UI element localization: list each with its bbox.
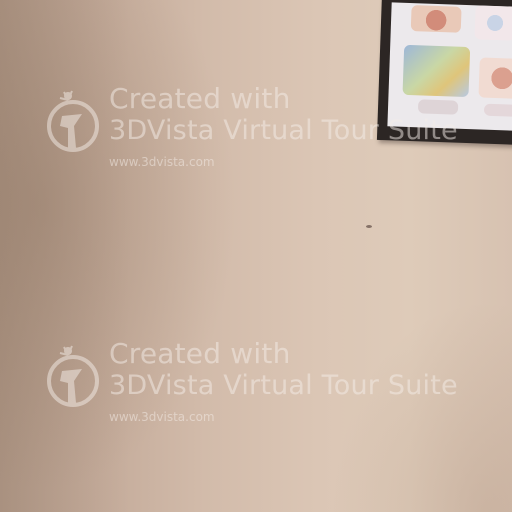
wall-shadow	[0, 0, 130, 512]
watermark-url: www.3dvista.com	[109, 155, 215, 169]
watermark-line1: Created with	[109, 337, 291, 370]
watermark-line2: 3DVista Virtual Tour Suite	[109, 115, 458, 146]
watermark: Created with 3DVista Virtual Tour Suite …	[46, 337, 506, 429]
artwork-cake-illustration	[410, 5, 462, 33]
wall-mark	[366, 225, 372, 228]
watermark-url: www.3dvista.com	[109, 410, 215, 424]
watermark-line1: Created with	[109, 82, 291, 115]
watermark: Created with 3DVista Virtual Tour Suite …	[46, 82, 506, 174]
watermark-line2: 3DVista Virtual Tour Suite	[109, 370, 458, 401]
artwork-cake-illustration	[474, 5, 512, 41]
3dvista-logo-icon	[46, 341, 102, 413]
3dvista-logo-icon	[46, 86, 102, 158]
panorama-view[interactable]: Created with 3DVista Virtual Tour Suite …	[0, 0, 512, 512]
